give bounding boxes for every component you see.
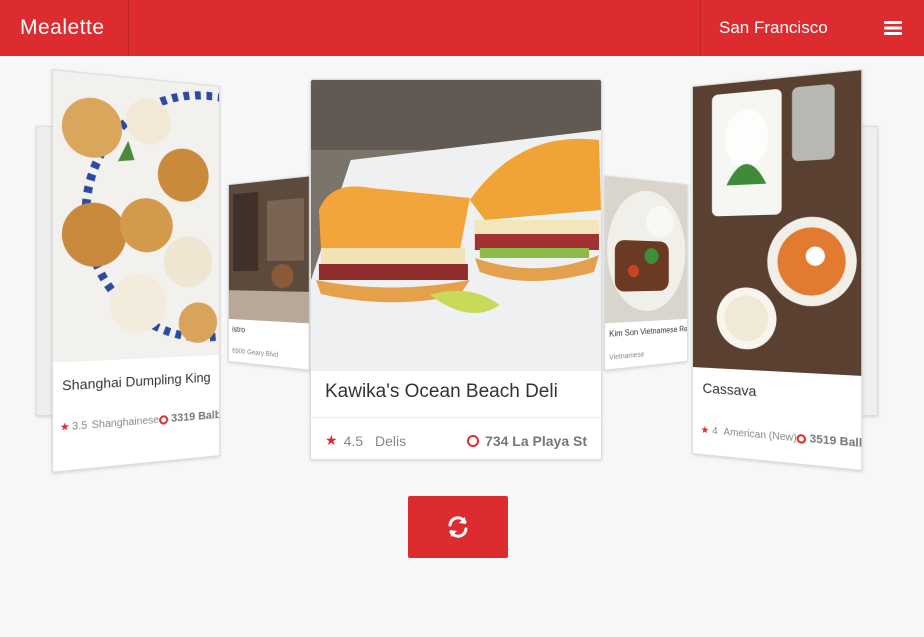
restaurant-photo <box>228 176 309 324</box>
card-divider <box>311 417 601 418</box>
refresh-button[interactable] <box>408 496 508 558</box>
refresh-icon <box>448 516 468 538</box>
restaurant-card-right[interactable]: Cassava ★ 4 American (New) 3519 Balboa S… <box>692 69 863 471</box>
restaurant-photo <box>311 80 601 371</box>
star-icon: ★ <box>700 424 710 437</box>
location-pin-icon <box>796 433 807 444</box>
location-pin-icon <box>158 414 169 425</box>
brand-logo[interactable]: Mealette <box>0 0 129 56</box>
star-icon: ★ <box>59 420 70 434</box>
restaurant-card-center[interactable]: Kawika's Ocean Beach Deli ★ 4.5 Delis 73… <box>310 79 602 460</box>
far-right-card[interactable] <box>860 126 878 416</box>
restaurant-meta: ★ 3.5 Shanghainese 3319 Balboa St <box>59 407 220 434</box>
address: 3519 Balboa St <box>796 432 863 454</box>
restaurant-card-left[interactable]: Shanghai Dumpling King ★ 3.5 Shanghaines… <box>51 69 220 473</box>
address-text: 3519 Balboa St <box>809 432 863 454</box>
restaurant-name: Shanghai Dumpling King <box>62 369 211 394</box>
address: 734 La Playa St <box>467 433 587 449</box>
city-selector[interactable]: San Francisco <box>700 0 860 56</box>
top-nav-bar: Mealette San Francisco <box>0 0 924 56</box>
restaurant-carousel: istro 6900 Geary Blvd Kim Son Vietnamese… <box>0 56 924 486</box>
rating: 4.5 <box>343 432 364 449</box>
menu-button[interactable] <box>862 0 924 56</box>
star-icon: ★ <box>325 432 338 448</box>
restaurant-name: Cassava <box>702 379 757 400</box>
restaurant-name: istro <box>232 324 246 335</box>
back-right-card[interactable]: Kim Son Vietnamese Res Vietnamese <box>604 175 688 371</box>
address-text: 734 La Playa St <box>485 432 587 449</box>
category: American (New) <box>723 426 797 444</box>
restaurant-meta: ★ 4.5 Delis 734 La Playa St <box>325 432 587 449</box>
hamburger-menu-icon <box>884 21 902 35</box>
category: Shanghainese <box>91 414 159 431</box>
rating: 3.5 <box>72 419 88 433</box>
restaurant-meta: 6900 Geary Blvd <box>232 347 279 360</box>
back-left-card[interactable]: istro 6900 Geary Blvd <box>228 175 310 371</box>
restaurant-meta: Vietnamese <box>609 351 645 362</box>
restaurant-photo <box>692 70 862 376</box>
address: 3319 Balboa St <box>158 407 220 426</box>
rating: 4 <box>712 425 718 437</box>
restaurant-name: Kawika's Ocean Beach Deli <box>325 381 558 402</box>
location-pin-icon <box>467 434 480 447</box>
restaurant-name: Kim Son Vietnamese Res <box>609 324 688 339</box>
category: Delis <box>375 432 407 449</box>
restaurant-meta: ★ 4 American (New) 3519 Balboa St <box>700 424 863 453</box>
restaurant-photo <box>605 176 687 324</box>
address-text: 3319 Balboa St <box>171 407 220 425</box>
restaurant-photo <box>53 70 220 363</box>
